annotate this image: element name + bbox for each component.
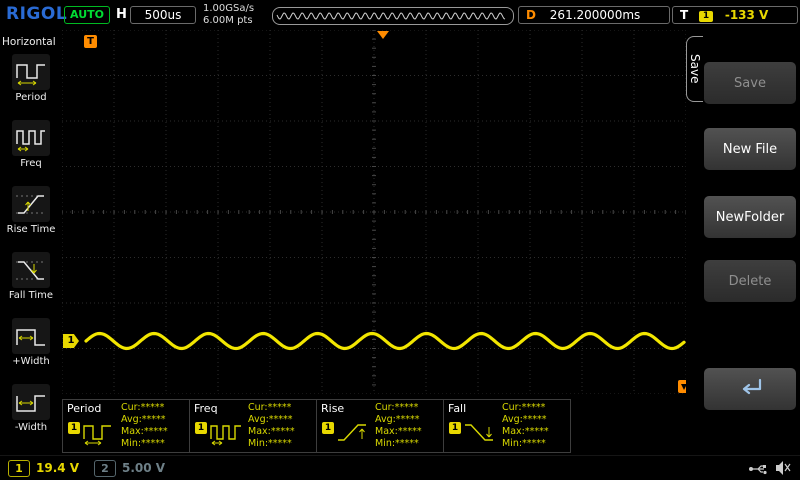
fall-glyph-icon bbox=[463, 420, 499, 450]
menu-title-tab: Save bbox=[686, 36, 703, 102]
measurement-values: Cur:***** Avg:***** Max:***** Min:***** bbox=[121, 402, 168, 450]
timebase-value: 500us bbox=[130, 6, 196, 24]
freq-icon bbox=[12, 120, 50, 156]
sidebar-item-label: Fall Time bbox=[0, 290, 62, 301]
delay-value: 261.200000ms bbox=[550, 8, 640, 22]
sidebar-item-fall-time[interactable]: Fall Time bbox=[0, 252, 62, 301]
trigger-level-value: -133 V bbox=[725, 8, 769, 22]
usb-icon bbox=[748, 461, 768, 480]
trigger-position-icon[interactable] bbox=[377, 31, 389, 39]
measurement-freq: Freq 1 Cur:***** Avg:***** Max:***** Min… bbox=[189, 399, 317, 453]
speaker-icon bbox=[774, 460, 792, 480]
acquisition-info: 1.00GSa/s 6.00M pts bbox=[203, 3, 254, 27]
rise-time-icon bbox=[12, 186, 50, 222]
measurement-name: Freq bbox=[194, 402, 218, 415]
period-glyph-icon bbox=[82, 420, 118, 450]
waveform-display bbox=[62, 30, 686, 394]
channel-badge: 1 bbox=[195, 422, 207, 434]
back-button[interactable] bbox=[704, 368, 796, 410]
oscilloscope-screen: RIGOL AUTO H 500us 1.00GSa/s 6.00M pts D… bbox=[0, 0, 800, 480]
delay-readout: D 261.200000ms bbox=[518, 6, 670, 24]
channel-badge: 1 bbox=[449, 422, 461, 434]
channel1-badge: 1 bbox=[8, 460, 30, 477]
return-arrow-icon bbox=[733, 376, 767, 402]
measurement-row: Period 1 Cur:***** Avg:***** Max:***** M… bbox=[62, 399, 686, 453]
freq-glyph-icon bbox=[209, 420, 245, 450]
measurement-values: Cur:***** Avg:***** Max:***** Min:***** bbox=[375, 402, 422, 450]
channel1-scale: 19.4 V bbox=[36, 461, 79, 475]
sidebar-title: Horizontal bbox=[2, 36, 56, 48]
overview-waveform-icon bbox=[273, 9, 511, 23]
new-folder-button[interactable]: NewFolder bbox=[704, 196, 796, 238]
top-bar: RIGOL AUTO H 500us 1.00GSa/s 6.00M pts D… bbox=[0, 0, 800, 30]
softkey-menu: Save Save New File NewFolder Delete bbox=[686, 30, 800, 455]
trigger-source-badge: 1 bbox=[699, 11, 713, 22]
rise-glyph-icon bbox=[336, 420, 372, 450]
horizontal-label: H bbox=[116, 7, 127, 22]
delay-label: D bbox=[526, 8, 536, 22]
graticule bbox=[62, 30, 686, 394]
sidebar-item-label: +Width bbox=[0, 356, 62, 367]
measurement-name: Period bbox=[67, 402, 101, 415]
sidebar-item-plus-width[interactable]: +Width bbox=[0, 318, 62, 367]
measurement-name: Fall bbox=[448, 402, 466, 415]
sidebar-item-label: Rise Time bbox=[0, 224, 62, 235]
measurement-values: Cur:***** Avg:***** Max:***** Min:***** bbox=[248, 402, 295, 450]
status-bar: 1 19.4 V 2 5.00 V bbox=[0, 455, 800, 480]
sidebar-item-label: Period bbox=[0, 92, 62, 103]
channel2-badge: 2 bbox=[94, 460, 116, 477]
trigger-status-badge: AUTO bbox=[64, 6, 110, 24]
measure-sidebar: Horizontal Period Freq bbox=[0, 30, 62, 455]
trigger-readout: T 1 -133 V bbox=[672, 6, 798, 24]
new-file-button[interactable]: New File bbox=[704, 128, 796, 170]
fall-time-icon bbox=[12, 252, 50, 288]
period-icon bbox=[12, 54, 50, 90]
channel2-scale: 5.00 V bbox=[122, 461, 165, 475]
sample-rate: 1.00GSa/s bbox=[203, 3, 254, 15]
save-button[interactable]: Save bbox=[704, 62, 796, 104]
channel-badge: 1 bbox=[322, 422, 334, 434]
sidebar-item-rise-time[interactable]: Rise Time bbox=[0, 186, 62, 235]
channel-badge: 1 bbox=[68, 422, 80, 434]
measurement-period: Period 1 Cur:***** Avg:***** Max:***** M… bbox=[62, 399, 190, 453]
sidebar-item-minus-width[interactable]: -Width bbox=[0, 384, 62, 433]
rigol-logo: RIGOL bbox=[6, 4, 67, 24]
sidebar-item-period[interactable]: Period bbox=[0, 54, 62, 103]
waveform-overview-bar[interactable] bbox=[272, 7, 514, 25]
sidebar-item-label: Freq bbox=[0, 158, 62, 169]
trigger-label: T bbox=[680, 8, 688, 22]
minus-width-icon bbox=[12, 384, 50, 420]
sidebar-item-freq[interactable]: Freq bbox=[0, 120, 62, 169]
delete-button[interactable]: Delete bbox=[704, 260, 796, 302]
measurement-rise: Rise 1 Cur:***** Avg:***** Max:***** Min… bbox=[316, 399, 444, 453]
measurement-fall: Fall 1 Cur:***** Avg:***** Max:***** Min… bbox=[443, 399, 571, 453]
trigger-position-left-marker[interactable]: T bbox=[84, 35, 97, 48]
sidebar-item-label: -Width bbox=[0, 422, 62, 433]
memory-depth: 6.00M pts bbox=[203, 15, 254, 27]
measurement-values: Cur:***** Avg:***** Max:***** Min:***** bbox=[502, 402, 549, 450]
measurement-name: Rise bbox=[321, 402, 344, 415]
plus-width-icon bbox=[12, 318, 50, 354]
